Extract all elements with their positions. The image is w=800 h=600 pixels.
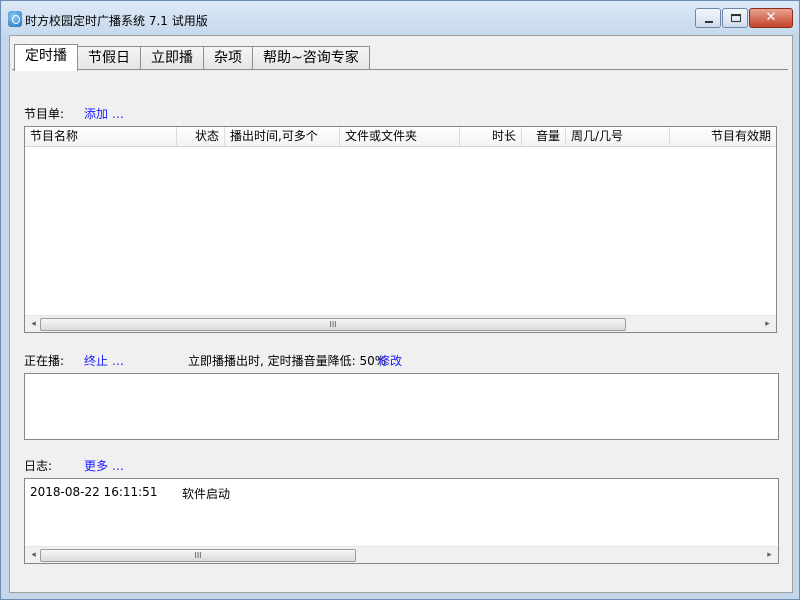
program-list-label: 节目单: [24,107,65,121]
column-header-name[interactable]: 节目名称 [25,127,177,147]
log-label: 日志: [24,459,53,473]
program-list-hscrollbar[interactable]: ◂ III ▸ [25,315,776,332]
main-window: 时方校园定时广播系统 7.1 试用版 ✕ 定时播 节假日 立即播 杂项 帮助~咨… [0,0,800,600]
window-title: 时方校园定时广播系统 7.1 试用版 [25,14,208,28]
program-list[interactable]: 节目名称 状态 播出时间,可多个 文件或文件夹 时长 音量 周几/几号 节目有效… [24,126,777,333]
scroll-right-icon[interactable]: ▸ [759,316,776,333]
close-button[interactable]: ✕ [749,8,793,28]
app-logo-icon [8,11,22,27]
column-header-file[interactable]: 文件或文件夹 [340,127,460,147]
now-playing-box [24,373,779,440]
log-entry-message: 软件启动 [182,487,231,501]
column-header-status[interactable]: 状态 [177,127,225,147]
scroll-right-icon[interactable]: ▸ [761,547,778,564]
scheduled-panel: 节目单: 添加 … 节目名称 状态 播出时间,可多个 文件或文件夹 时长 音量 … [12,69,788,587]
now-playing-label: 正在播: [24,354,65,368]
add-program-link[interactable]: 添加 … [84,105,124,122]
tab-play-now[interactable]: 立即播 [140,46,204,70]
tab-help[interactable]: 帮助~咨询专家 [252,46,370,70]
maximize-icon [731,14,741,22]
window-controls: ✕ [694,8,793,28]
program-list-header: 节目名称 状态 播出时间,可多个 文件或文件夹 时长 音量 周几/几号 节目有效… [25,127,776,147]
maximize-button[interactable] [722,8,748,28]
stop-playback-link[interactable]: 终止 … [84,352,124,369]
column-header-weekday[interactable]: 周几/几号 [566,127,670,147]
tab-bar: 定时播 节假日 立即播 杂项 帮助~咨询专家 [14,44,370,71]
client-area: 定时播 节假日 立即播 杂项 帮助~咨询专家 节目单: 添加 … 节目名称 状态… [9,35,793,593]
more-log-link[interactable]: 更多 … [84,457,124,474]
modify-volume-link[interactable]: 修改 [378,352,402,369]
tab-holidays[interactable]: 节假日 [77,46,141,70]
close-icon: ✕ [765,10,777,25]
scroll-thumb[interactable]: III [40,549,356,562]
column-header-volume[interactable]: 音量 [522,127,566,147]
minimize-button[interactable] [695,8,721,28]
tab-misc[interactable]: 杂项 [203,46,253,70]
column-header-air-time[interactable]: 播出时间,可多个 [225,127,340,147]
column-header-duration[interactable]: 时长 [460,127,522,147]
log-hscrollbar[interactable]: ◂ III ▸ [25,546,778,563]
minimize-icon [705,21,713,23]
tab-scheduled[interactable]: 定时播 [14,44,78,71]
title-bar: 时方校园定时广播系统 7.1 试用版 ✕ [1,1,799,35]
scroll-thumb[interactable]: III [40,318,626,331]
log-box[interactable]: 2018-08-22 16:11:51 软件启动 ◂ III ▸ [24,478,779,564]
volume-duck-info: 立即播播出时, 定时播音量降低: 50% [188,354,387,368]
column-header-validity[interactable]: 节目有效期 [670,127,776,147]
log-entry-time: 2018-08-22 16:11:51 [30,485,158,499]
